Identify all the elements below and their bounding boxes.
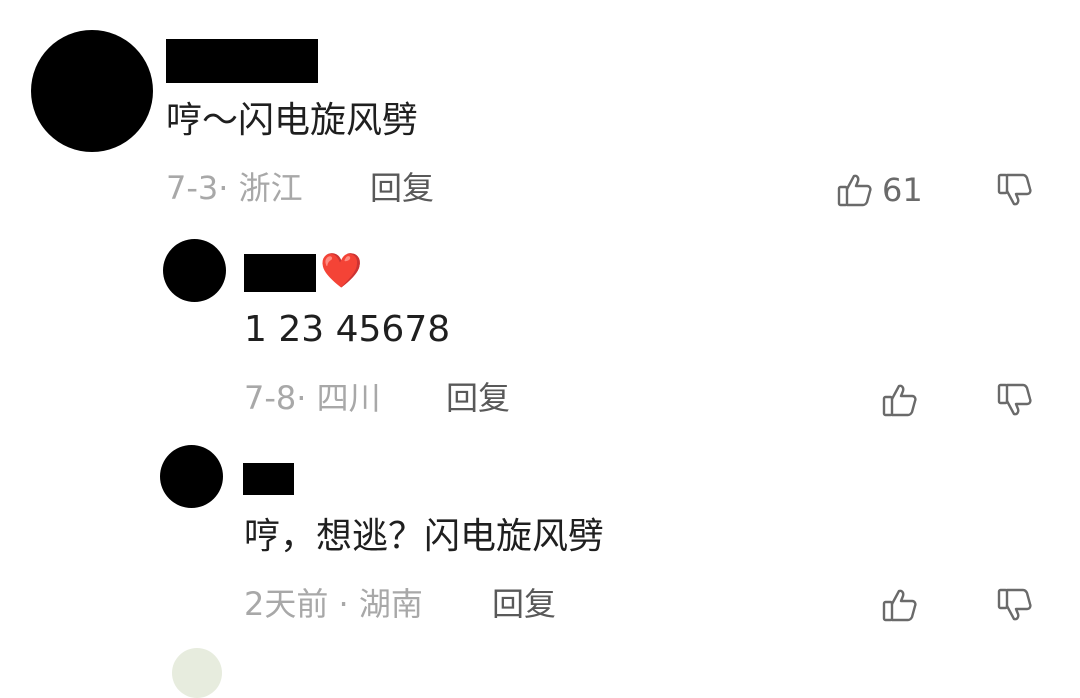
comment-text: 哼，想逃？闪电旋风劈 [244, 516, 605, 557]
thumbs-up-icon [880, 585, 920, 625]
heart-badge: ❤️ [320, 251, 363, 291]
avatar[interactable] [160, 445, 223, 508]
username-redacted[interactable] [243, 463, 294, 495]
comment-meta: 2天前 · 湖南 [244, 585, 423, 623]
avatar-next-partial[interactable] [172, 648, 222, 698]
comment-text: 哼～闪电旋风劈 [166, 100, 419, 141]
like-count: 61 [882, 171, 923, 209]
thumbs-up-icon [880, 380, 920, 420]
thumbs-down-icon [995, 170, 1035, 210]
comment-meta: 7-8· 四川 [244, 379, 381, 417]
comment-text: 1 23 45678 [244, 309, 451, 350]
reply-button[interactable]: 回复 [370, 172, 434, 204]
dislike-button[interactable] [995, 380, 1035, 420]
thumbs-up-icon [835, 170, 875, 210]
like-button[interactable] [835, 170, 875, 210]
like-button[interactable] [880, 380, 920, 420]
reply-button[interactable]: 回复 [446, 382, 510, 414]
dislike-button[interactable] [995, 585, 1035, 625]
avatar[interactable] [163, 239, 226, 302]
dislike-button[interactable] [995, 170, 1035, 210]
reply-button[interactable]: 回复 [492, 588, 556, 620]
username-redacted[interactable] [166, 39, 318, 83]
avatar[interactable] [31, 30, 153, 152]
thumbs-down-icon [995, 380, 1035, 420]
thumbs-down-icon [995, 585, 1035, 625]
username-redacted[interactable] [244, 254, 316, 292]
like-button[interactable] [880, 585, 920, 625]
comment-meta: 7-3· 浙江 [166, 169, 303, 207]
